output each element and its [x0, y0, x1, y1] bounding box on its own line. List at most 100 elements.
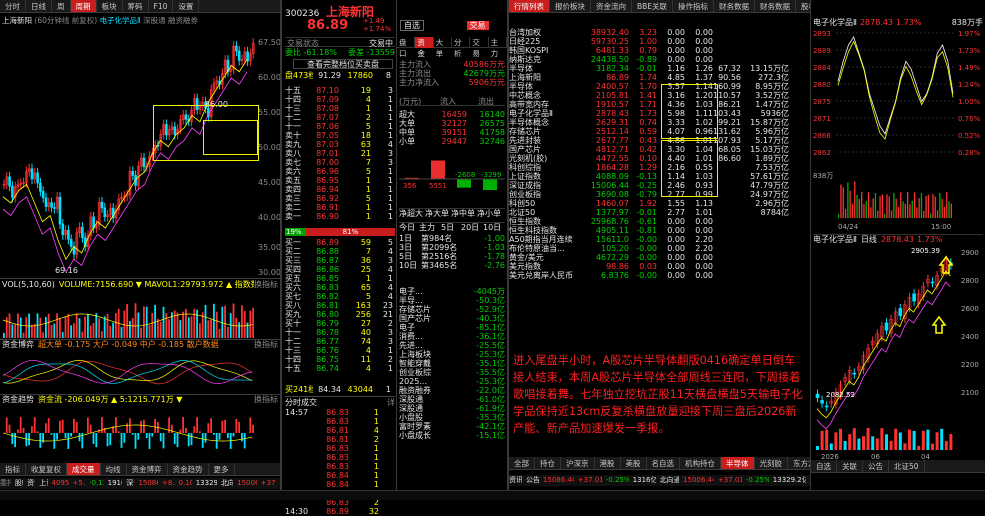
ask-row[interactable]: 卖五86.9511 — [285, 176, 395, 185]
sector-row[interactable]: 融资融券-22.0亿 — [399, 386, 505, 395]
market-row[interactable]: 先进封装2677.770.434.861.01107.935.17万亿 — [509, 136, 810, 145]
sector-row[interactable]: 深股通-61.9亿 — [399, 404, 505, 413]
bid-row[interactable]: 买二86.8874 — [285, 247, 395, 256]
bid-row[interactable]: 买一86.89595 — [285, 238, 395, 247]
tab-volume[interactable]: 成交量 — [67, 463, 101, 476]
sector-row[interactable]: 2025...-25.3亿 — [399, 377, 505, 386]
market-row[interactable]: 上证指数4088.09-0.131.141.0357.61万亿 — [509, 172, 810, 181]
market-row[interactable]: 科创综指1864.281.292.160.557.53万亿 — [509, 163, 810, 172]
market-row[interactable]: 高带宽内存1910.571.714.361.0386.211.47万亿 — [509, 100, 810, 109]
market-row[interactable]: 美元兑离岸人民币6.8376-0.000.000.00 — [509, 271, 810, 280]
tab-rixian[interactable]: 日线 — [26, 0, 52, 13]
sector-row[interactable]: 电子-85.1亿 — [399, 323, 505, 332]
sector-row[interactable]: 电子...-4045万 — [399, 287, 505, 296]
ask-row[interactable]: 卖一86.9011 — [285, 212, 395, 221]
rank-tab[interactable]: 主力 — [419, 223, 441, 231]
market-row[interactable]: 半导体概念2629.310.743.331.0299.2115.87万亿 — [509, 118, 810, 127]
bid-row[interactable]: 买九86.8025621 — [285, 310, 395, 319]
tab-zhouqi[interactable]: 周期 — [71, 0, 97, 13]
ask-row[interactable]: 卖三86.9251 — [285, 194, 395, 203]
tab-jiaoyi[interactable]: 交易 — [470, 37, 488, 48]
right-bottom-tab[interactable]: 关联 — [837, 460, 863, 473]
sector-row[interactable]: 富时罗素-42.1亿 — [399, 422, 505, 431]
market-bottom-tab[interactable]: 名自选 — [647, 457, 681, 470]
daily-kline-chart[interactable]: 2900280026002400220021002905.392082.5220… — [811, 245, 985, 460]
flow2-switch[interactable]: 换指标 — [254, 395, 278, 404]
market-row[interactable]: 光刻机(胶)4472.550.104.401.0186.601.89万亿 — [509, 154, 810, 163]
market-row[interactable]: 纳斯达克24438.50-0.890.000.00 — [509, 55, 810, 64]
right-bottom-tab[interactable]: 北证50 — [889, 460, 925, 473]
market-tab[interactable]: 股权持股 — [796, 0, 810, 13]
ticks-detail-button[interactable]: 详 — [387, 397, 395, 406]
tab-indicator[interactable]: 指标 — [0, 463, 26, 476]
market-bottom-tab[interactable]: 美股 — [621, 457, 647, 470]
net-tab[interactable]: 净超大 — [399, 209, 425, 217]
market-row[interactable]: 上海新阳86.891.744.851.3790.56272.3亿 — [509, 73, 810, 82]
sector-row[interactable]: 智能穿戴-35.1亿 — [399, 359, 505, 368]
sector-row[interactable]: 创业板综-35.5亿 — [399, 368, 505, 377]
market-bottom-tab[interactable]: 持仓 — [535, 457, 561, 470]
ask-row[interactable]: 卖二86.9111 — [285, 203, 395, 212]
tab-game[interactable]: 资金博弈 — [127, 463, 168, 476]
market-tab[interactable]: 行情列表 — [509, 0, 550, 13]
tab-trend[interactable]: 资金趋势 — [168, 463, 209, 476]
tab-shezhi[interactable]: 设置 — [173, 0, 199, 13]
sector-row[interactable]: 消费...-36.1亿 — [399, 332, 505, 341]
market-bottom-tab[interactable]: 全部 — [509, 457, 535, 470]
market-row[interactable]: 创业板指3690.08-0.792.770.9924.97万亿 — [509, 190, 810, 199]
right-bottom-tab[interactable]: 自选 — [811, 460, 837, 473]
ask-row[interactable]: 十四87.0941 — [285, 95, 395, 104]
market-row[interactable]: A50期指当月连续15611.0-0.000.002.20 — [509, 235, 810, 244]
vol-switch[interactable]: 换指标 — [254, 280, 278, 289]
market-bottom-tab[interactable]: 半导体 — [721, 457, 755, 470]
rank-tab[interactable]: 20日 — [461, 223, 483, 231]
ask-row[interactable]: 卖九87.03634 — [285, 140, 395, 149]
market-bottom-tab[interactable]: 港股 — [595, 457, 621, 470]
chart-tag[interactable]: 融资融券 — [168, 16, 198, 25]
market-row[interactable]: 科创501460.071.921.551.132.96万亿 — [509, 199, 810, 208]
net-tab[interactable]: 净大单 — [425, 209, 451, 217]
ask-row[interactable]: 十三87.0811 — [285, 104, 395, 113]
ask-row[interactable]: 十五87.10193 — [285, 86, 395, 95]
market-row[interactable]: 存储芯片2512.140.594.070.96131.625.96万亿 — [509, 127, 810, 136]
net-tab[interactable]: 净小单 — [477, 209, 503, 217]
ask-row[interactable]: 卖十87.05181 — [285, 131, 395, 140]
market-tab[interactable]: 资金流向 — [591, 0, 632, 13]
rank-tab[interactable]: 5日 — [441, 223, 461, 231]
bid-row[interactable]: 买七86.8254 — [285, 292, 395, 301]
market-tab[interactable]: BBE关联 — [632, 0, 673, 13]
tab-zhuli[interactable]: 主力 — [489, 37, 507, 48]
bid-row[interactable]: 十五86.7441 — [285, 364, 395, 373]
ask-row[interactable]: 十一87.0651 — [285, 122, 395, 131]
trade-button[interactable]: 交易 — [467, 21, 489, 30]
market-row[interactable]: 国产芯片4812.710.423.301.0468.0515.03万亿 — [509, 145, 810, 154]
bid-row[interactable]: 买十86.79272 — [285, 319, 395, 328]
market-row[interactable]: 恒生指数25968.76-0.610.000.00 — [509, 217, 810, 226]
tab-zijin[interactable]: 资金 — [415, 37, 433, 48]
bid-row[interactable]: 买八86.8116323 — [285, 301, 395, 310]
net-tab[interactable]: 净中单 — [451, 209, 477, 217]
tab-pankou[interactable]: 盘口 — [397, 37, 415, 48]
ask-row[interactable]: 卖七87.0073 — [285, 158, 395, 167]
market-row[interactable]: 台湾加权38932.403.230.000.00 — [509, 28, 810, 37]
tab-chouma[interactable]: 筹码 — [123, 0, 149, 13]
market-tab[interactable]: 财务数据 — [714, 0, 755, 13]
sector-row[interactable]: 先进...-25.5亿 — [399, 341, 505, 350]
market-row[interactable]: 韩国KOSPI6481.330.790.000.00 — [509, 46, 810, 55]
bid-row[interactable]: 买三86.87363 — [285, 256, 395, 265]
sector-row[interactable]: 小盘股-35.3亿 — [399, 413, 505, 422]
tab-fenshi[interactable]: 分时 — [0, 0, 26, 13]
market-row[interactable]: 美元指数98.860.030.000.00 — [509, 262, 810, 271]
market-row[interactable]: 布伦特原油当...105.20-0.000.002.20 — [509, 244, 810, 253]
bid-row[interactable]: 买五86.8511 — [285, 274, 395, 283]
market-row[interactable]: 恒生科技指数4905.11-0.810.000.00 — [509, 226, 810, 235]
tab-dadan[interactable]: 大单 — [434, 37, 452, 48]
bid-row[interactable]: 十三86.7641 — [285, 346, 395, 355]
market-row[interactable]: 电子化学品Ⅱ2878.431.735.981.11103.435936亿 — [509, 109, 810, 118]
sector-row[interactable]: 深股通-61.0亿 — [399, 395, 505, 404]
tab-fuquan[interactable]: 收复复权 — [26, 463, 67, 476]
market-row[interactable]: 北证501377.97-0.012.771.018784亿 — [509, 208, 810, 217]
tab-zhou[interactable]: 周 — [52, 0, 71, 13]
chart-tag[interactable]: 电子化学品Ⅱ — [100, 16, 141, 25]
flow1-switch[interactable]: 换指标 — [254, 340, 278, 349]
